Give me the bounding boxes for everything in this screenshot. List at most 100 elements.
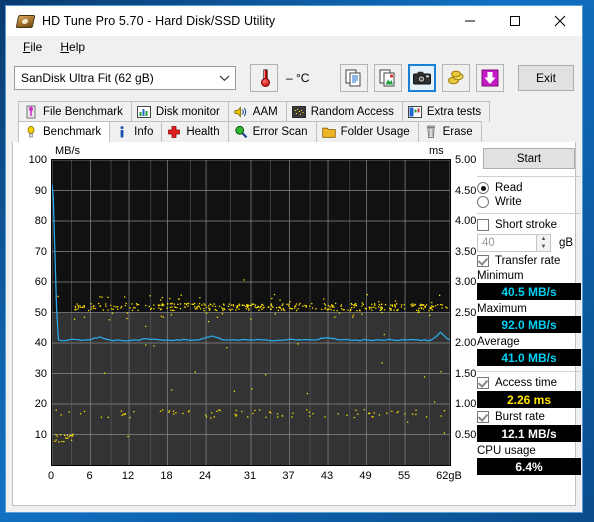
access-time-value: 2.26 ms [506,392,552,407]
spin-down-icon[interactable]: ▼ [537,243,550,251]
maximum-label: Maximum [477,303,527,315]
y-tick-left: 60 [34,276,47,288]
bulb-icon [24,125,38,139]
checkbox-short-stroke[interactable]: Short stroke [477,219,583,231]
folder-icon [321,125,336,139]
bar-chart-icon [136,105,151,119]
tab-label: File Benchmark [43,106,123,118]
trash-icon [424,125,438,139]
short-stroke-input[interactable]: 40 [477,234,537,252]
y-tick-left: 70 [34,245,47,258]
tab-benchmark[interactable]: Benchmark [18,121,111,142]
average-label: Average [477,336,520,348]
toolbar: SanDisk Ultra Fit (62 gB) – °C Exit [6,58,582,98]
checkbox-access-time-icon [477,377,489,389]
y-tick-left: 100 [28,154,47,166]
health-cross-icon [167,125,181,139]
checkbox-short-stroke-icon [477,219,489,231]
tab-row-1: File Benchmark Disk monitor AAM Random A… [18,101,582,122]
tab-label: Erase [442,126,473,138]
y-tick-left: 20 [34,398,47,410]
burst-rate-value: 12.1 MB/s [501,426,557,441]
menu-bar: File Help [6,36,582,58]
maximum-value: 92.0 MB/s [501,317,557,332]
average-value-box: 41.0 MB/s [477,349,581,366]
cpu-usage-value: 6.4% [515,459,543,474]
tab-file-benchmark[interactable]: File Benchmark [18,101,132,122]
tab-folder-usage[interactable]: Folder Usage [315,121,419,142]
screenshot-button[interactable] [408,64,436,92]
radio-write[interactable]: Write [477,196,583,208]
radio-read[interactable]: Read [477,182,583,194]
divider [477,176,581,177]
tab-label: Info [134,126,154,138]
tab-error-scan[interactable]: Error Scan [227,121,317,142]
minimum-label: Minimum [477,270,524,282]
drive-select[interactable]: SanDisk Ultra Fit (62 gB) [14,66,236,90]
benchmark-chart: MB/s ms 100 90 80 70 60 50 40 30 20 10 5.00 4.50 4.… [29,145,477,482]
x-tick: 6 [86,470,93,482]
control-panel: Start Read Write Short stroke 40 ▲ ▼ gB … [475,148,583,478]
x-tick: 0 [47,470,55,482]
checkbox-access-time-label: Access time [495,377,557,389]
checkbox-burst-rate[interactable]: Burst rate [477,411,583,423]
x-tick: 18 [160,470,173,482]
average-value: 41.0 MB/s [501,350,557,365]
benchmark-panel: MB/s ms 100 90 80 70 60 50 40 30 20 10 5.00 4.50 4.… [12,142,581,506]
speaker-icon [234,105,248,119]
window-title: HD Tune Pro 5.70 - Hard Disk/SSD Utility [42,14,276,28]
y-axis-unit-left: MB/s [55,145,81,157]
tab-label: AAM [252,106,278,118]
cpu-usage-value-box: 6.4% [477,458,581,475]
divider [477,213,581,214]
short-stroke-spin-buttons[interactable]: ▲ ▼ [537,234,551,252]
y-axis-unit-right: ms [429,145,444,157]
spin-up-icon[interactable]: ▲ [537,235,550,243]
tab-aam[interactable]: AAM [227,101,287,122]
close-button[interactable] [537,6,582,36]
y-tick-left: 50 [34,306,47,319]
scatter-icon [291,105,306,119]
hard-disk-icon [15,12,36,30]
x-tick: 24 [198,470,212,482]
hd-tune-window: HD Tune Pro 5.70 - Hard Disk/SSD Utility… [5,5,583,513]
y-tick-left: 80 [34,215,47,227]
start-button[interactable]: Start [483,148,575,169]
menu-file[interactable]: File [14,38,51,56]
tab-disk-monitor[interactable]: Disk monitor [130,101,229,122]
tab-row-2: Benchmark Info Health Error Scan Folder … [18,121,582,142]
tab-label: Random Access [310,106,394,118]
temperature-button[interactable] [250,64,278,92]
tab-extra-tests[interactable]: Extra tests [401,101,491,122]
chevron-down-icon [213,74,235,82]
tab-label: Extra tests [426,106,482,118]
radio-write-label: Write [495,196,522,208]
coins-button[interactable] [442,64,470,92]
checkbox-burst-rate-icon [477,411,489,423]
extra-tests-icon [407,105,422,119]
file-benchmark-icon [24,105,38,119]
copy-image-button[interactable] [374,64,402,92]
x-tick: 62gB [436,470,462,482]
short-stroke-stepper[interactable]: 40 ▲ ▼ gB [477,234,583,252]
download-button[interactable] [476,64,504,92]
maximize-button[interactable] [492,6,537,36]
radio-write-icon [477,196,489,208]
menu-help[interactable]: Help [51,38,94,56]
copy-text-button[interactable] [340,64,368,92]
radio-read-label: Read [495,182,523,194]
minimize-button[interactable] [447,6,492,36]
tab-info[interactable]: Info [109,121,163,142]
checkbox-transfer-rate[interactable]: Transfer rate [477,255,583,267]
tab-label: Disk monitor [155,106,220,118]
magnifier-icon [234,125,248,139]
tab-health[interactable]: Health [161,121,229,142]
radio-read-icon [477,182,489,194]
tab-random-access[interactable]: Random Access [285,101,403,122]
divider [477,371,581,372]
x-tick: 31 [243,470,257,482]
checkbox-access-time[interactable]: Access time [477,377,583,389]
tab-erase[interactable]: Erase [417,121,482,142]
exit-button[interactable]: Exit [518,65,574,91]
checkbox-transfer-rate-icon [477,255,489,267]
